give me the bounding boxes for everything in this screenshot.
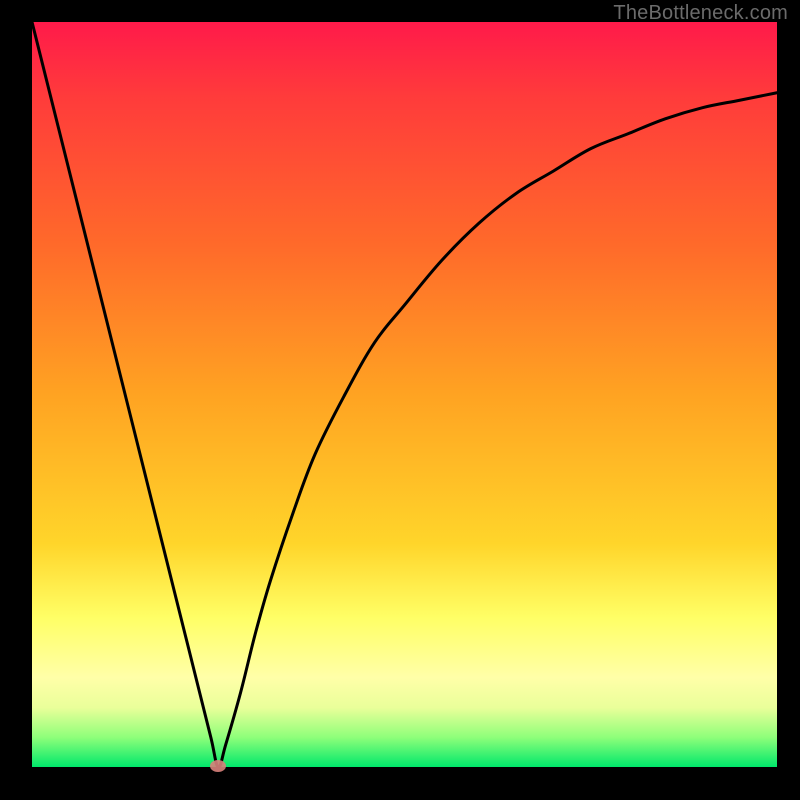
chart-frame: TheBottleneck.com bbox=[0, 0, 800, 800]
plot-area bbox=[32, 22, 777, 767]
minimum-marker bbox=[210, 760, 226, 772]
bottleneck-curve bbox=[32, 22, 777, 767]
watermark-text: TheBottleneck.com bbox=[613, 2, 788, 25]
